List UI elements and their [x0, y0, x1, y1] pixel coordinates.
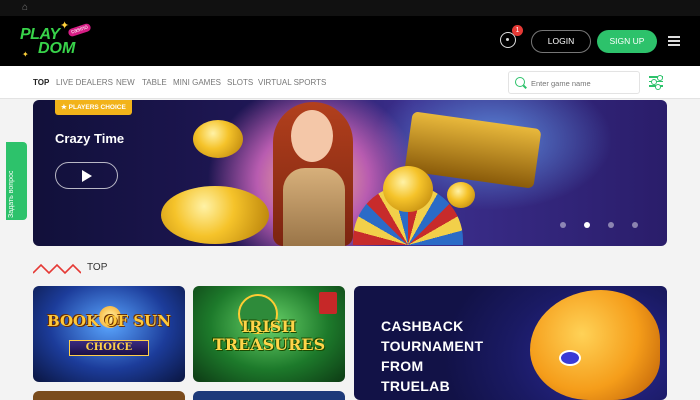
zigzag-icon [33, 263, 81, 275]
filter-icon[interactable] [649, 74, 663, 89]
section-title: TOP [87, 262, 108, 273]
carousel-dot[interactable] [632, 222, 638, 228]
search-input[interactable] [531, 76, 635, 90]
search-box [508, 71, 640, 94]
coin-art [383, 166, 433, 212]
search-icon[interactable] [515, 77, 525, 87]
home-icon[interactable]: ⌂ [22, 2, 28, 13]
menu-icon[interactable] [668, 36, 680, 46]
coin-art [193, 120, 243, 158]
game-subtitle: CHOICE [69, 340, 149, 356]
play-button[interactable] [55, 162, 118, 189]
login-button[interactable]: LOGIN [531, 30, 591, 53]
logo-dom-text: DOM [38, 40, 76, 57]
header: ✦ ✦ PLAY DOM casino 1 LOGIN SIGN UP [0, 16, 700, 66]
hero-banner[interactable]: ★ PLAYERS CHOICE Crazy Time [33, 100, 667, 246]
nav-item-table[interactable]: TABLE [142, 78, 167, 87]
promo-card-cashback-tournament[interactable]: CASHBACK TOURNAMENT FROM TRUELAB [354, 286, 667, 400]
game-card-irish-treasures[interactable]: IRISH TREASURES [193, 286, 345, 382]
nav-item-slots[interactable]: SLOTS [227, 78, 253, 87]
game-card-book-of-sun[interactable]: BOOK OF SUN CHOICE [33, 286, 185, 382]
banner-title: Crazy Time [55, 131, 125, 146]
notification-icon[interactable]: 1 [500, 25, 523, 48]
top-strip: ⌂ [0, 0, 700, 16]
nav-item-mini-games[interactable]: MINI GAMES [173, 78, 221, 87]
coin-art [447, 182, 475, 208]
coin-art [161, 186, 269, 244]
star-icon: ✦ [22, 50, 29, 59]
carousel-dot[interactable] [608, 222, 614, 228]
buy-feature-tag [319, 292, 337, 314]
signup-button[interactable]: SIGN UP [597, 30, 657, 53]
ask-question-label: Задать вопрос [8, 170, 15, 218]
nav-item-new[interactable]: NEW [116, 78, 135, 87]
goldfish-art [530, 290, 660, 400]
promo-title: CASHBACK TOURNAMENT FROM TRUELAB [381, 318, 484, 394]
game-card-partial[interactable] [33, 391, 185, 400]
notification-badge: 1 [512, 25, 523, 36]
nav-item-live-dealers[interactable]: LIVE DEALERS [56, 78, 113, 87]
logo-casino-text: casino [67, 22, 93, 38]
nav-item-top[interactable]: TOP [33, 78, 49, 87]
nav-item-virtual-sports[interactable]: VIRTUAL SPORTS [258, 78, 326, 87]
players-choice-badge: ★ PLAYERS CHOICE [55, 100, 132, 115]
logo[interactable]: ✦ ✦ PLAY DOM casino [20, 20, 100, 62]
ask-question-tab[interactable]: Задать вопрос [6, 142, 27, 220]
category-nav: TOP LIVE DEALERS NEW TABLE MINI GAMES SL… [0, 66, 700, 99]
game-card-partial[interactable] [193, 391, 345, 400]
goldfish-eye-art [559, 350, 581, 366]
carousel-dot-active[interactable] [584, 222, 590, 228]
game-title: IRISH TREASURES [212, 317, 326, 354]
carousel-dot[interactable] [560, 222, 566, 228]
game-title: BOOK OF SUN [47, 312, 171, 330]
